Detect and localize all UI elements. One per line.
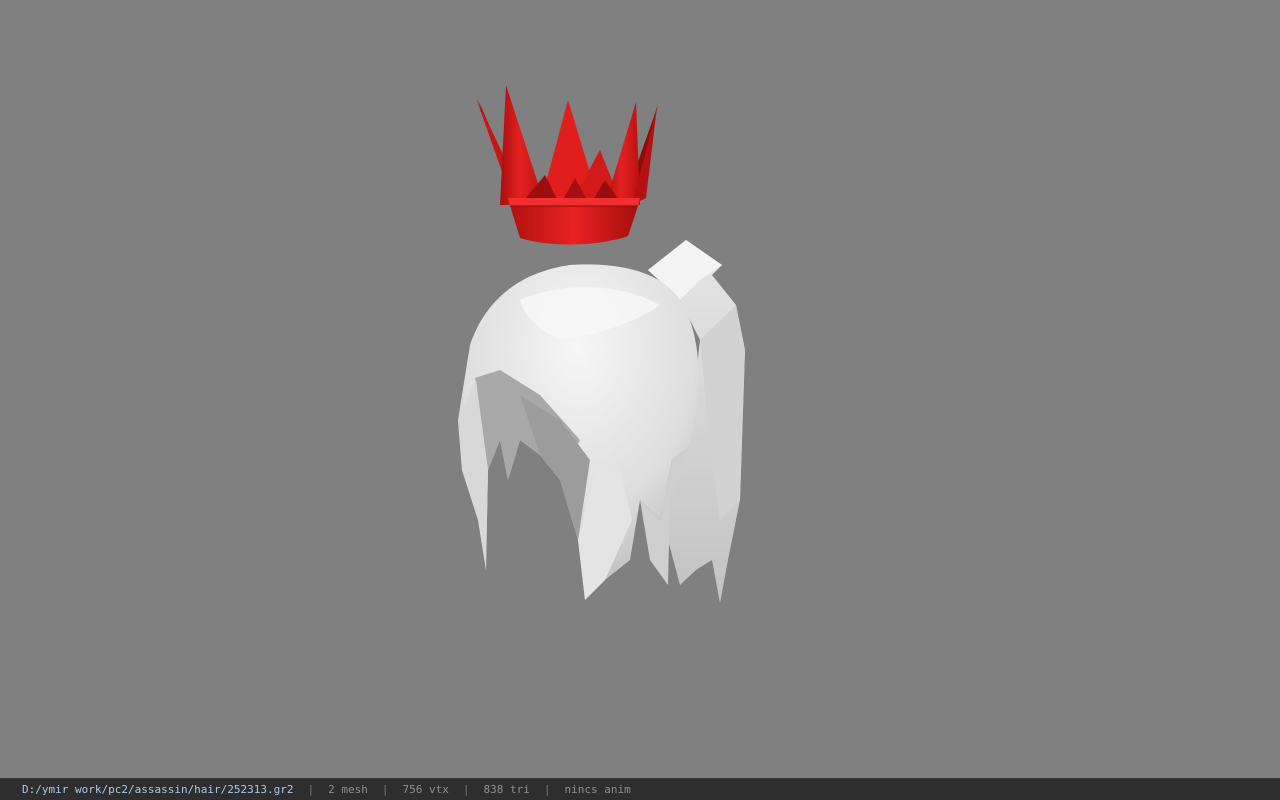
vertex-count: 756 vtx (402, 783, 449, 796)
mesh-count: 2 mesh (328, 783, 368, 796)
animation-status: nincs anim (564, 783, 631, 796)
status-separator: | (307, 783, 315, 796)
crown-icon (476, 85, 658, 245)
model-render[interactable] (0, 0, 1280, 778)
triangle-count: 838 tri (483, 783, 530, 796)
status-bar: D:/ymir work/pc2/assassin/hair/252313.gr… (0, 778, 1280, 800)
file-path: D:/ymir work/pc2/assassin/hair/252313.gr… (22, 783, 294, 796)
status-separator: | (381, 783, 389, 796)
status-separator: | (462, 783, 470, 796)
3d-viewport[interactable] (0, 0, 1280, 778)
status-separator: | (543, 783, 551, 796)
hair-mesh-icon (458, 240, 745, 603)
